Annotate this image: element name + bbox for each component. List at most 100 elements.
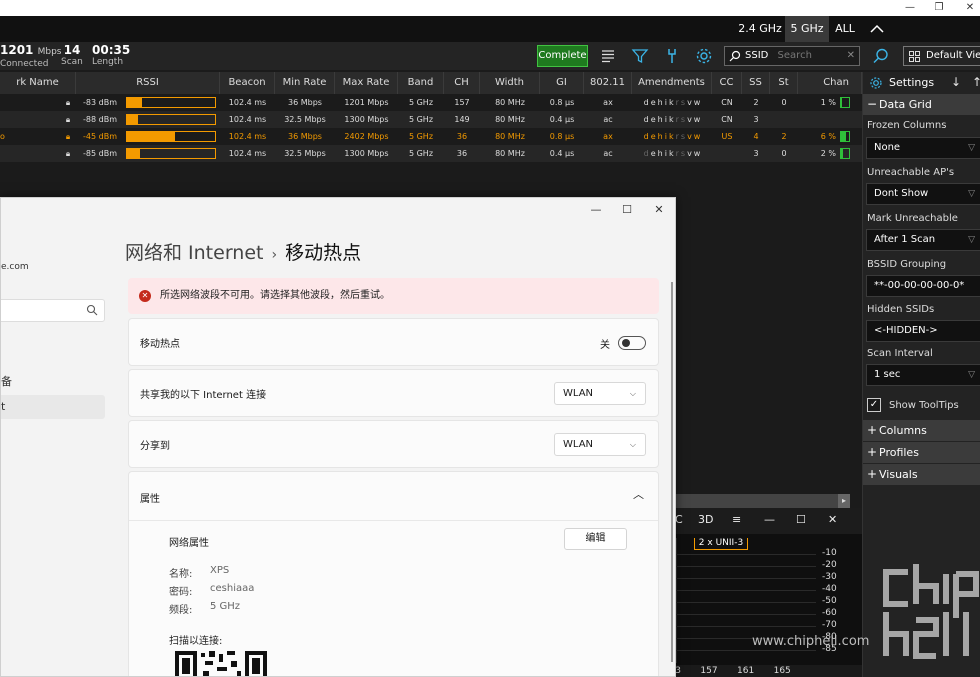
- channel-tick: 157: [700, 666, 718, 676]
- lock-icon: 🔒︎: [65, 132, 71, 141]
- clear-search-icon[interactable]: ✕: [847, 47, 855, 65]
- section-visuals[interactable]: + Visuals: [863, 464, 980, 485]
- scan-interval-select[interactable]: 1 sec ▽: [866, 364, 980, 386]
- breadcrumb-parent[interactable]: 网络和 Internet: [125, 242, 263, 264]
- col-beacon[interactable]: Beacon: [220, 72, 275, 94]
- settings-search-input[interactable]: [1, 299, 105, 322]
- bssid-grouping-input[interactable]: **-00-00-00-00-0*: [866, 275, 980, 297]
- menu-icon[interactable]: ≡: [732, 513, 741, 526]
- show-tooltips-checkbox[interactable]: ✓: [867, 398, 881, 412]
- ssid-search-input[interactable]: SSID Search ✕: [724, 46, 860, 66]
- table-row[interactable]: -83 dBm 102.4 ms 36 Mbps 1201 Mbps 5 GHz 157 8…: [0, 94, 862, 111]
- cell-beacon: 102.4 ms: [228, 149, 267, 158]
- col-gi[interactable]: GI: [540, 72, 584, 94]
- nav-item-devices[interactable]: 备: [1, 373, 12, 389]
- frozen-columns-label: Frozen Columns: [867, 120, 947, 131]
- search-icon[interactable]: [872, 47, 890, 65]
- show-tooltips-label: Show ToolTips: [889, 400, 959, 411]
- wrench-icon[interactable]: [663, 47, 681, 65]
- maximize-button[interactable]: ❐: [924, 0, 954, 16]
- band-5ghz[interactable]: 5 GHz: [785, 16, 829, 42]
- unreachable-aps-select[interactable]: Dont Show ▽: [866, 183, 980, 205]
- minimize-button[interactable]: —: [895, 0, 925, 16]
- col-network-name[interactable]: rk Name: [0, 72, 76, 94]
- cell-gi: 0.8 µs: [549, 132, 575, 141]
- close-button[interactable]: ✕: [649, 202, 669, 218]
- col-max-rate[interactable]: Max Rate: [335, 72, 398, 94]
- band-all[interactable]: ALL: [829, 16, 861, 42]
- chevron-up-icon[interactable]: [868, 20, 886, 38]
- edit-button[interactable]: 编辑: [564, 528, 627, 550]
- col-band[interactable]: Band: [398, 72, 444, 94]
- maximize-button[interactable]: ☐: [617, 202, 637, 218]
- graph-toolbar: C 3D ≡ — ☐ ✕: [672, 508, 862, 534]
- section-columns[interactable]: + Columns: [863, 420, 980, 441]
- cell-width: 80 MHz: [495, 98, 525, 107]
- cell-band: 5 GHz: [408, 132, 434, 141]
- hidden-ssids-input[interactable]: <-HIDDEN->: [866, 320, 980, 342]
- col-min-rate[interactable]: Min Rate: [275, 72, 335, 94]
- cell-ch: 36: [456, 132, 468, 141]
- graph-mode-c[interactable]: C: [675, 513, 683, 526]
- horizontal-scrollbar[interactable]: ▸: [672, 494, 850, 508]
- default-view-button[interactable]: Default View: [903, 46, 980, 66]
- vertical-scrollbar[interactable]: [671, 282, 673, 662]
- arrow-up-icon[interactable]: ↑: [972, 75, 980, 89]
- col-rssi[interactable]: RSSI: [76, 72, 220, 94]
- band-value: 5 GHz: [210, 601, 241, 612]
- table-row[interactable]: o -45 dBm 102.4 ms 36 Mbps 2402 Mbps 5 GHz 36 8…: [0, 128, 862, 145]
- gear-icon[interactable]: [695, 47, 713, 65]
- cell-max: 2402 Mbps: [344, 132, 389, 141]
- cell-beacon: 102.4 ms: [228, 98, 267, 107]
- cell-min: 36 Mbps: [288, 132, 322, 141]
- col-width[interactable]: Width: [480, 72, 540, 94]
- scroll-right-icon[interactable]: ▸: [838, 494, 850, 508]
- band-24ghz[interactable]: 2.4 GHz: [735, 16, 785, 42]
- cell-st: [770, 111, 798, 128]
- cell-cc: [712, 145, 742, 162]
- col-ch[interactable]: CH: [444, 72, 480, 94]
- lock-icon: 🔒︎: [65, 149, 71, 158]
- plus-icon: +: [867, 467, 878, 481]
- col-st[interactable]: St: [770, 72, 798, 94]
- share-to-select[interactable]: WLAN ⌵: [554, 433, 646, 456]
- arrow-down-icon[interactable]: ↓: [951, 75, 961, 89]
- maximize-icon[interactable]: ☐: [796, 513, 806, 526]
- col-ss[interactable]: SS: [742, 72, 770, 94]
- col-80211[interactable]: 802.11: [584, 72, 632, 94]
- cell-st: 0: [781, 98, 787, 107]
- section-profiles[interactable]: + Profiles: [863, 442, 980, 463]
- minimize-button[interactable]: —: [586, 202, 606, 218]
- col-amendments[interactable]: Amendments: [632, 72, 712, 94]
- chevron-down-icon: ⌵: [629, 440, 636, 449]
- table-row[interactable]: -88 dBm 102.4 ms 32.5 Mbps 1300 Mbps 5 GHz 14…: [0, 111, 862, 128]
- settings-title: Settings: [889, 76, 935, 89]
- cell-ss: 2: [753, 98, 759, 107]
- hotspot-toggle[interactable]: [618, 336, 646, 350]
- minimize-icon[interactable]: —: [764, 513, 775, 526]
- y-tick-label: -70: [822, 620, 837, 630]
- graph-mode-3d[interactable]: 3D: [698, 513, 713, 526]
- chevron-down-icon: ▽: [968, 235, 975, 245]
- list-icon[interactable]: [599, 47, 617, 65]
- plus-icon: +: [867, 445, 878, 459]
- mark-unreachable-select[interactable]: After 1 Scan ▽: [866, 229, 980, 251]
- complete-button[interactable]: Complete: [537, 45, 588, 67]
- hotspot-state: 关: [600, 340, 610, 351]
- section-data-grid[interactable]: − Data Grid: [863, 94, 980, 115]
- filter-icon[interactable]: [631, 47, 649, 65]
- table-row[interactable]: -85 dBm 102.4 ms 32.5 Mbps 1300 Mbps 5 GHz 36…: [0, 145, 862, 162]
- scan-interval-label: Scan Interval: [867, 348, 933, 359]
- col-chan[interactable]: Chan: [798, 72, 862, 94]
- nav-item-network[interactable]: t: [1, 395, 105, 419]
- close-button[interactable]: ✕: [955, 0, 980, 16]
- breadcrumb: 网络和 Internet › 移动热点: [125, 238, 361, 265]
- chevron-up-icon[interactable]: ︿: [633, 486, 644, 502]
- frozen-columns-select[interactable]: None ▽: [866, 137, 980, 159]
- share-from-select[interactable]: WLAN ⌵: [554, 382, 646, 405]
- col-cc[interactable]: CC: [712, 72, 742, 94]
- y-tick-label: -10: [822, 548, 837, 558]
- rssi-bar: [126, 97, 216, 108]
- close-icon[interactable]: ✕: [828, 513, 837, 526]
- cell-chan: [798, 111, 836, 128]
